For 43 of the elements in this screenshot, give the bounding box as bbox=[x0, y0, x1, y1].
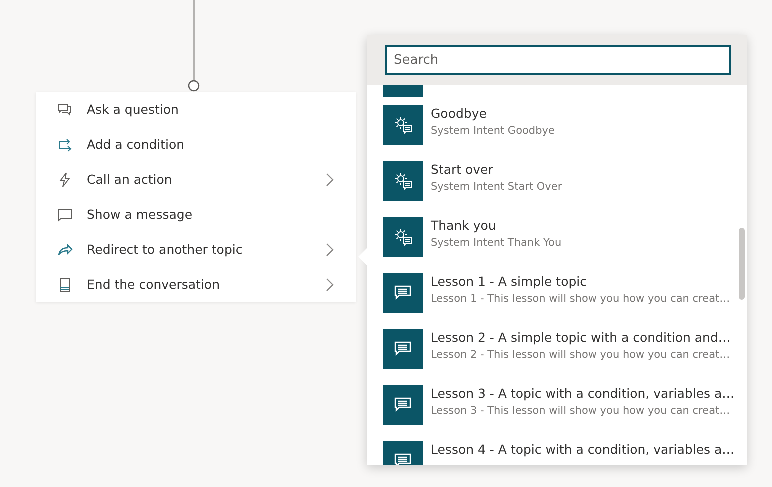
speech-bubbles-icon bbox=[57, 102, 73, 118]
topic-description: Lesson 2 - This lesson will show you how you can creat… bbox=[431, 349, 731, 361]
menu-item[interactable]: Ask a question bbox=[36, 92, 356, 127]
topic-description: Lesson 1 - This lesson will show you how you can creat… bbox=[431, 293, 730, 305]
topic-title: Thank you bbox=[431, 218, 498, 233]
topic-item[interactable]: Lesson 2 - A simple topic with a condition and… Lesson 2 - This lesson will show you how you can creat… bbox=[383, 329, 747, 369]
stop-panel-icon bbox=[57, 276, 73, 292]
branch-arrows-icon bbox=[57, 136, 73, 152]
topic-item[interactable]: Lesson 1 - A simple topic Lesson 1 - This lesson will show you how you can creat… bbox=[383, 273, 747, 313]
topic-item[interactable]: Goodbye System Intent Goodbye bbox=[383, 105, 747, 145]
topic-item[interactable]: Lesson 3 - A topic with a condition, variables a… Lesson 3 - This lesson will show you how you can creat… bbox=[383, 385, 747, 425]
topic-item[interactable]: Lesson 4 - A topic with a condition, variables a… bbox=[383, 441, 747, 465]
lightning-icon bbox=[57, 172, 73, 188]
menu-item[interactable]: Redirect to another topic bbox=[36, 232, 356, 267]
menu-item[interactable]: Show a message bbox=[36, 197, 356, 232]
topic-description: System Intent Goodbye bbox=[431, 125, 555, 137]
topic-description: Lesson 3 - This lesson will show you how you can creat… bbox=[431, 405, 732, 417]
chat-icon bbox=[394, 341, 412, 357]
chat-icon bbox=[394, 453, 412, 465]
topic-title: Lesson 3 - A topic with a condition, variables a… bbox=[431, 386, 735, 401]
search-field[interactable]: Search bbox=[385, 45, 731, 75]
menu-item[interactable]: Call an action bbox=[36, 162, 356, 197]
gear-chat-icon bbox=[394, 172, 412, 190]
curved-arrow-icon bbox=[57, 242, 73, 258]
topic-description: System Intent Start Over bbox=[431, 181, 562, 193]
chat-icon bbox=[394, 397, 412, 413]
menu-item[interactable]: Add a condition bbox=[36, 127, 356, 162]
topic-title: Goodbye bbox=[431, 106, 488, 121]
topic-item[interactable]: Start over System Intent Start Over bbox=[383, 161, 747, 201]
topic-title: Start over bbox=[431, 162, 494, 177]
gear-chat-icon bbox=[394, 228, 412, 246]
gear-chat-icon bbox=[394, 116, 412, 134]
menu-item[interactable]: End the conversation bbox=[36, 267, 356, 302]
topic-title: Lesson 1 - A simple topic bbox=[431, 274, 588, 289]
topic-description: System Intent Thank You bbox=[431, 237, 562, 249]
topic-title: Lesson 2 - A simple topic with a condition and… bbox=[431, 330, 731, 345]
chevron-right-icon bbox=[326, 278, 334, 292]
chat-icon bbox=[394, 285, 412, 301]
topic-item[interactable]: Thank you System Intent Thank You bbox=[383, 217, 747, 257]
topic-title: Lesson 4 - A topic with a condition, variables a… bbox=[431, 442, 735, 457]
speech-bubble-icon bbox=[57, 206, 73, 222]
chevron-right-icon bbox=[326, 172, 334, 186]
chevron-right-icon bbox=[326, 242, 334, 256]
